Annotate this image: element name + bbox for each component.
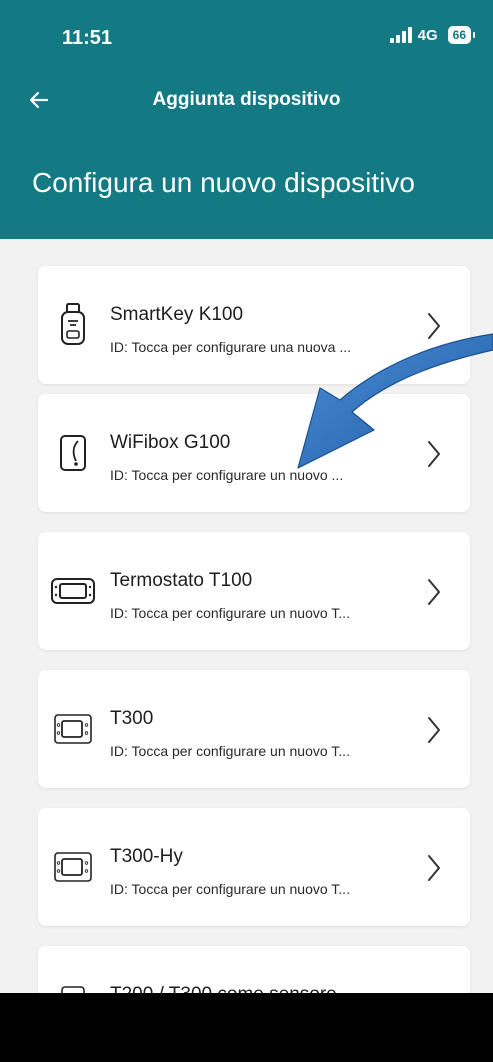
device-card-wifibox-g100[interactable]: WiFibox G100 ID: Tocca per configurare u… xyxy=(38,394,470,512)
device-name: Termostato T100 xyxy=(110,570,253,591)
chevron-right-icon xyxy=(428,717,440,743)
device-card-t300[interactable]: T300 ID: Tocca per configurare un nuovo … xyxy=(38,670,470,788)
device-id: ID: Tocca per configurare un nuovo T... xyxy=(110,743,350,759)
chevron-right-icon xyxy=(428,579,440,605)
device-card-smartkey-k100[interactable]: SmartKey K100 ID: Tocca per configurare … xyxy=(38,266,470,384)
device-name: WiFibox G100 xyxy=(110,432,231,453)
device-name: T300-Hy xyxy=(110,846,183,867)
chevron-right-icon xyxy=(428,855,440,881)
status-bar: 11:51 4G 66 xyxy=(0,0,493,75)
device-list: SmartKey K100 ID: Tocca per configurare … xyxy=(0,239,493,1062)
thermostat-t300-icon xyxy=(50,706,96,752)
device-id: ID: Tocca per configurare una nuova ... xyxy=(110,339,351,355)
device-id: ID: Tocca per configurare un nuovo ... xyxy=(110,467,344,483)
wifibox-icon xyxy=(50,430,96,476)
battery-icon: 66 xyxy=(447,26,476,44)
bottom-bar xyxy=(0,993,493,1062)
device-card-t300-hy[interactable]: T300-Hy ID: Tocca per configurare un nuo… xyxy=(38,808,470,926)
device-id: ID: Tocca per configurare un nuovo T... xyxy=(110,605,350,621)
thermostat-t300-hy-icon xyxy=(50,844,96,890)
device-card-termostato-t100[interactable]: Termostato T100 ID: Tocca per configurar… xyxy=(38,532,470,650)
network-type: 4G xyxy=(417,26,438,44)
device-name: SmartKey K100 xyxy=(110,304,244,325)
device-id: ID: Tocca per configurare un nuovo T... xyxy=(110,881,350,897)
device-name: T300 xyxy=(110,708,154,729)
status-indicators: 4G 66 xyxy=(389,26,476,44)
status-time: 11:51 xyxy=(62,27,113,49)
signal-icon xyxy=(389,27,412,43)
chevron-right-icon xyxy=(428,441,440,467)
nav-bar: Aggiunta dispositivo xyxy=(0,75,493,125)
nav-title: Aggiunta dispositivo xyxy=(152,89,341,110)
chevron-right-icon xyxy=(428,313,440,339)
thermostat-t100-icon xyxy=(50,568,96,614)
page-title: Configura un nuovo dispositivo xyxy=(32,167,415,198)
header: 11:51 4G 66 Aggiunta dispositivo Configu… xyxy=(0,0,493,239)
smartkey-icon xyxy=(50,302,96,348)
